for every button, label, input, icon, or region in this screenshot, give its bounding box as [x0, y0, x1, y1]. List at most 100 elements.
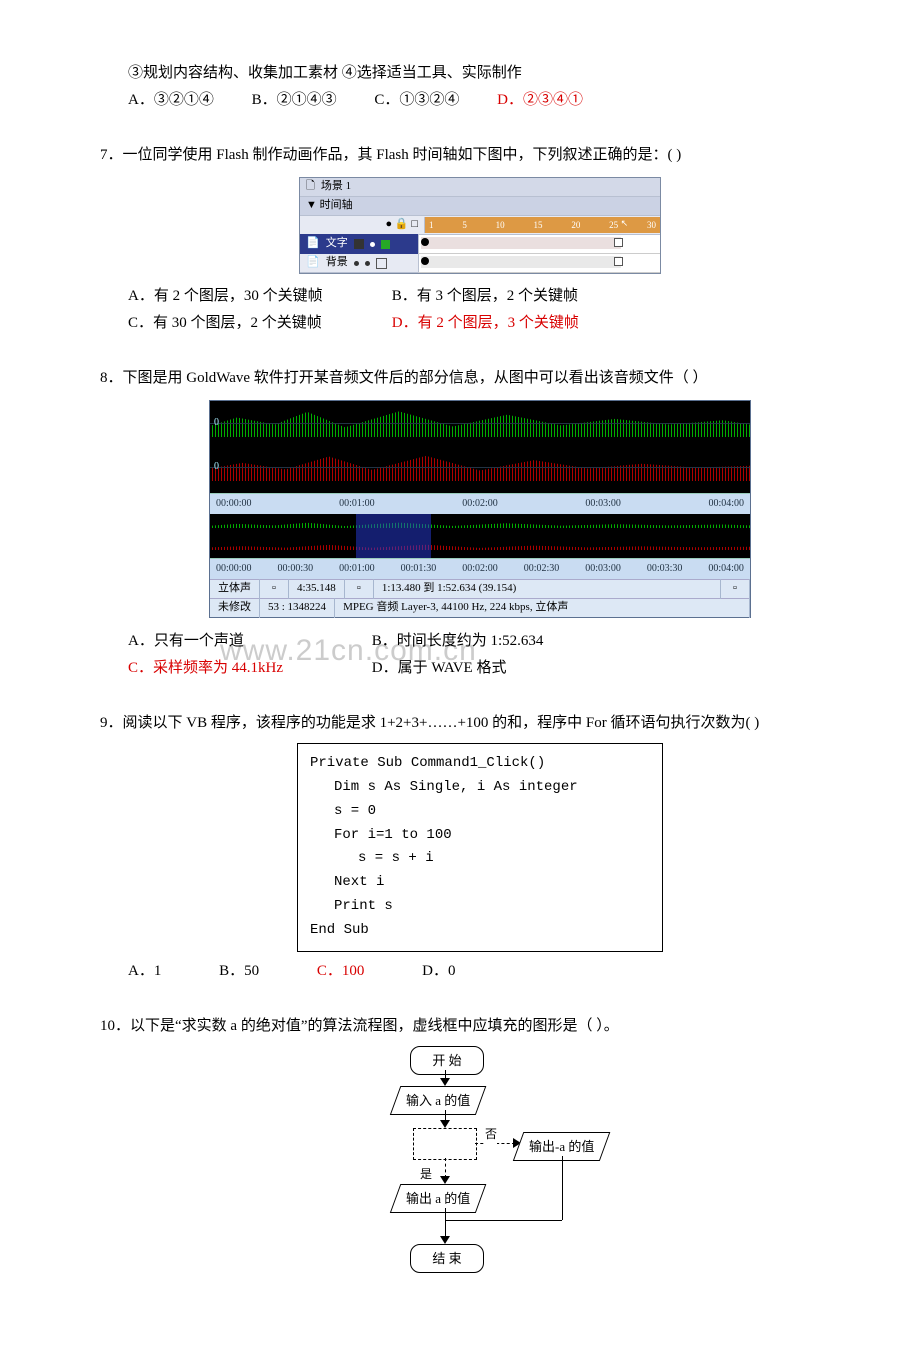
- info-bar-1: 立体声 ▫ 4:35.148 ▫ 1:13.480 到 1:52.634 (39…: [210, 579, 750, 598]
- question-6-tail: ③规划内容结构、收集加工素材 ④选择适当工具、实际制作 A．③②①④ B．②①④…: [100, 60, 860, 114]
- ruler-15: 15: [533, 217, 542, 233]
- q6-opt-c[interactable]: C．①③②④: [374, 87, 459, 114]
- fc-label-yes: 是: [420, 1164, 432, 1186]
- arrow-down-icon: [440, 1120, 450, 1128]
- question-9: 9．阅读以下 VB 程序，该程序的功能是求 1+2+3+……+100 的和，程序…: [100, 710, 860, 984]
- q8-opt-c[interactable]: C．采样频率为 44.1kHz: [128, 655, 368, 682]
- flash-layer1-label: 文字: [326, 234, 348, 254]
- q7-opts-row1: A．有 2 个图层，30 个关键帧 B．有 3 个图层，2 个关键帧: [100, 283, 860, 310]
- kf-box2-icon: [614, 257, 623, 266]
- q6-opt-b[interactable]: B．②①④③: [252, 87, 337, 114]
- tr1-2: 00:02:00: [462, 495, 498, 513]
- q7-opts-row2: C．有 30 个图层，2 个关键帧 D．有 2 个图层，3 个关键帧: [100, 310, 860, 337]
- q9-opt-b[interactable]: B．50: [219, 958, 259, 985]
- q8-opt-d[interactable]: D．属于 WAVE 格式: [372, 660, 507, 676]
- fc-output-pos-a: 输出 a 的值: [390, 1184, 487, 1213]
- q6-line: ③规划内容结构、收集加工素材 ④选择适当工具、实际制作: [100, 60, 860, 87]
- info-format: MPEG 音频 Layer-3, 44100 Hz, 224 kbps, 立体声: [335, 598, 750, 618]
- q7-opt-a[interactable]: A．有 2 个图层，30 个关键帧: [128, 283, 388, 310]
- tr1-3: 00:03:00: [585, 495, 621, 513]
- kf-box-icon: [614, 238, 623, 247]
- code-line: Dim s As Single, i As integer: [310, 776, 650, 800]
- fc-end: 结 束: [410, 1244, 484, 1273]
- frame-span-2: [421, 256, 621, 268]
- info-box-icon: ▫: [260, 579, 289, 599]
- dot-icon: [365, 261, 370, 266]
- tr2-8: 00:04:00: [708, 560, 744, 578]
- info-stereo: 立体声: [210, 579, 260, 599]
- tr2-5: 00:02:30: [524, 560, 560, 578]
- cursor-icon: ↖: [621, 215, 629, 231]
- q8-stem: 8．下图是用 GoldWave 软件打开某音频文件后的部分信息，从图中可以看出该…: [100, 365, 860, 392]
- info-selection: 1:13.480 到 1:52.634 (39.154): [374, 579, 721, 599]
- flash-panel-label: ▼ 时间轴: [306, 196, 353, 216]
- tr2-1: 00:00:30: [278, 560, 314, 578]
- fc-line: [562, 1156, 563, 1220]
- question-7: 7．一位同学使用 Flash 制作动画作品，其 Flash 时间轴如下图中，下列…: [100, 142, 860, 337]
- fc-label-no: 否: [485, 1124, 497, 1146]
- outline-box-icon: [376, 258, 387, 269]
- info-box-icon: ▫: [345, 579, 374, 599]
- main-waveform: 0 0: [210, 401, 750, 493]
- q9-code-box: Private Sub Command1_Click() Dim s As Si…: [297, 743, 663, 951]
- q7-opt-d[interactable]: D．有 2 个图层，3 个关键帧: [392, 315, 579, 331]
- fc-line: [445, 1158, 446, 1178]
- info-duration: 4:35.148: [289, 579, 345, 599]
- tr1-1: 00:01:00: [339, 495, 375, 513]
- tr2-4: 00:02:00: [462, 560, 498, 578]
- q6-options: A．③②①④ B．②①④③ C．①③②④ D．②③④①: [100, 87, 860, 114]
- question-10: 10．以下是“求实数 a 的绝对值”的算法流程图，虚线框中应填充的图形是（ ）。…: [100, 1013, 860, 1306]
- kf-dot1-icon: [421, 238, 429, 246]
- layer-icon: 📄: [306, 253, 320, 273]
- q9-stem: 9．阅读以下 VB 程序，该程序的功能是求 1+2+3+……+100 的和，程序…: [100, 710, 860, 737]
- dot-icon: [354, 261, 359, 266]
- q6-opt-a[interactable]: A．③②①④: [128, 87, 214, 114]
- frame-span: [421, 237, 621, 249]
- arrow-down-icon: [440, 1078, 450, 1086]
- fc-line: [445, 1208, 446, 1238]
- info-bar-2: 未修改 53 : 1348224 MPEG 音频 Layer-3, 44100 …: [210, 598, 750, 617]
- ruler-30: 30: [647, 217, 656, 233]
- fc-dashed-box: [413, 1128, 477, 1160]
- info-box-icon: ▫: [721, 579, 750, 599]
- q8-opt-b[interactable]: B．时间长度约为 1:52.634: [372, 633, 544, 649]
- q9-opt-a[interactable]: A．1: [128, 958, 161, 985]
- q9-opt-d[interactable]: D．0: [422, 958, 455, 985]
- q8-opts-row2: C．采样频率为 44.1kHz D．属于 WAVE 格式: [100, 655, 860, 682]
- code-line: For i=1 to 100: [310, 824, 650, 848]
- dot-icon: [370, 242, 375, 247]
- time-ruler-1: 00:00:00 00:01:00 00:02:00 00:03:00 00:0…: [210, 493, 750, 514]
- tr1-0: 00:00:00: [216, 495, 252, 513]
- q7-figure-flash-timeline: 🗋 场景 1 ▼ 时间轴 ● 🔒 □ 1 5 10 15 20: [100, 177, 860, 275]
- fc-line: [445, 1220, 562, 1221]
- layer-icon: 📄: [306, 234, 320, 254]
- q7-stem: 7．一位同学使用 Flash 制作动画作品，其 Flash 时间轴如下图中，下列…: [100, 142, 860, 169]
- flash-scene-label: 场景 1: [321, 177, 351, 197]
- zero-label: 0: [214, 414, 219, 432]
- ruler-25: 25: [609, 220, 618, 230]
- tr2-3: 00:01:30: [401, 560, 437, 578]
- q8-opts-row1: www.21cn.com.cn A．只有一个声道 B．时间长度约为 1:52.6…: [100, 628, 860, 655]
- selection-region[interactable]: [356, 514, 432, 558]
- timeline-header-icons: ● 🔒 □: [386, 215, 418, 235]
- code-line: s = 0: [310, 800, 650, 824]
- q7-opt-c[interactable]: C．有 30 个图层，2 个关键帧: [128, 310, 388, 337]
- tr2-6: 00:03:00: [585, 560, 621, 578]
- time-ruler-2: 00:00:00 00:00:30 00:01:00 00:01:30 00:0…: [210, 558, 750, 579]
- zero-label: 0: [214, 458, 219, 476]
- q8-figure-goldwave: 0 0 00:00:00 00:01:00 00:02:00 00:03:00 …: [100, 400, 860, 620]
- code-line: End Sub: [310, 919, 650, 943]
- tr2-0: 00:00:00: [216, 560, 252, 578]
- info-unmodified: 未修改: [210, 598, 260, 618]
- ruler-1: 1: [429, 217, 434, 233]
- scene-icon: 🗋: [306, 177, 315, 197]
- q9-opt-c[interactable]: C．100: [317, 958, 365, 985]
- question-8: 8．下图是用 GoldWave 软件打开某音频文件后的部分信息，从图中可以看出该…: [100, 365, 860, 682]
- q6-opt-d[interactable]: D．②③④①: [497, 87, 583, 114]
- q8-opt-a[interactable]: A．只有一个声道: [128, 628, 368, 655]
- tr2-7: 00:03:30: [647, 560, 683, 578]
- q7-opt-b[interactable]: B．有 3 个图层，2 个关键帧: [392, 288, 578, 304]
- pencil-icon: [354, 239, 364, 249]
- q9-options: A．1 B．50 C．100 D．0: [100, 958, 860, 985]
- q10-flowchart: 开 始 输入 a 的值 否 输出-a 的值 是 输出 a 的值 结 束: [340, 1046, 620, 1306]
